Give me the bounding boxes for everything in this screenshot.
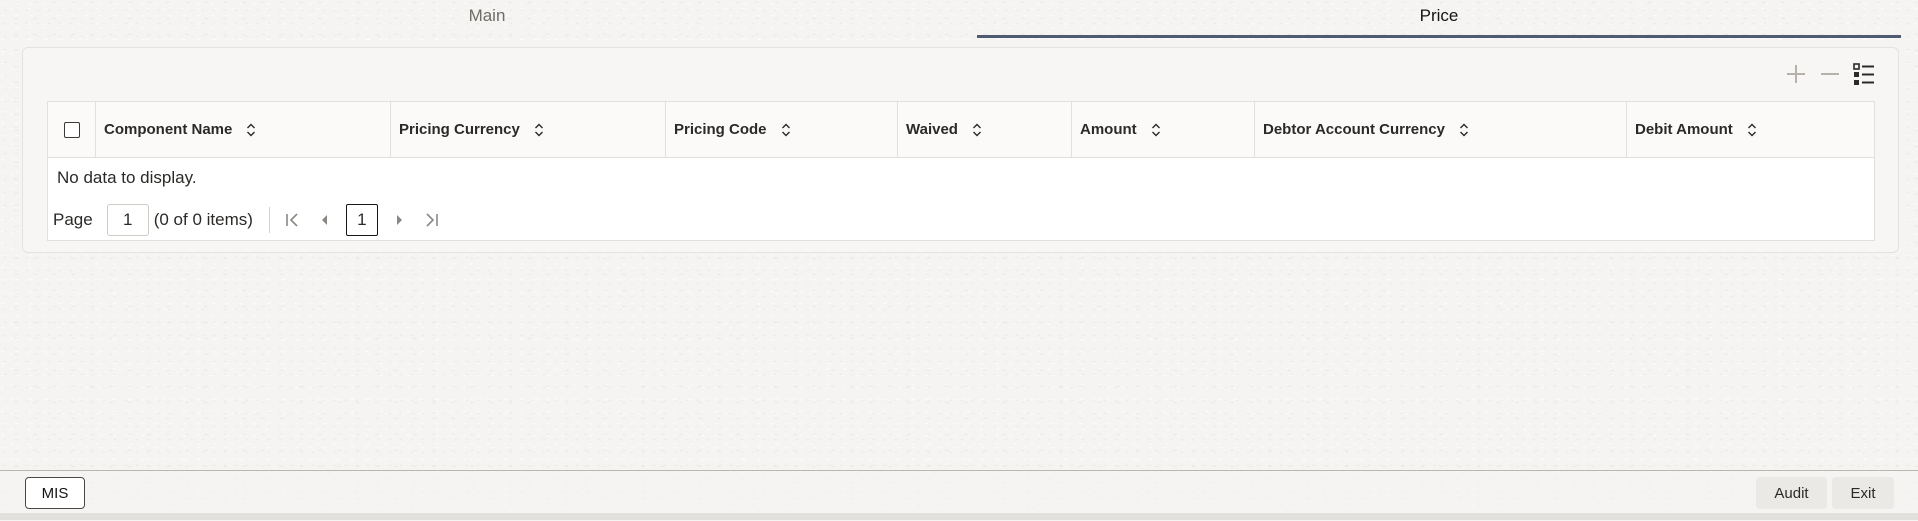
pager-divider: [268, 207, 270, 233]
audit-button[interactable]: Audit: [1756, 477, 1827, 509]
column-label: Amount: [1080, 121, 1137, 138]
column-header-waived[interactable]: Waived: [898, 102, 1072, 157]
sort-icon[interactable]: [1151, 123, 1161, 137]
table-header: Component Name Pricing Currency Pricing …: [48, 102, 1874, 158]
item-count: (0 of 0 items): [153, 210, 253, 229]
previous-page-icon[interactable]: [314, 206, 336, 234]
sort-icon[interactable]: [781, 123, 791, 137]
exit-button[interactable]: Exit: [1832, 477, 1894, 509]
price-panel: Component Name Pricing Currency Pricing …: [22, 47, 1899, 253]
sort-icon[interactable]: [1459, 123, 1469, 137]
column-label: Pricing Currency: [399, 121, 520, 138]
current-page-button[interactable]: 1: [345, 204, 378, 236]
column-list-icon[interactable]: [1852, 62, 1876, 86]
column-header-debtor-account-currency[interactable]: Debtor Account Currency: [1255, 102, 1627, 157]
pagination: Page (0 of 0 items) 1: [53, 203, 452, 237]
last-page-icon[interactable]: [420, 206, 442, 234]
tab-main[interactable]: Main: [22, 0, 952, 38]
column-label: Pricing Code: [674, 121, 767, 138]
mis-button[interactable]: MIS: [25, 477, 85, 509]
select-all-checkbox[interactable]: [63, 121, 80, 138]
window-bottom-edge: [0, 513, 1918, 520]
sort-icon[interactable]: [1747, 123, 1757, 137]
sort-icon[interactable]: [972, 123, 982, 137]
column-label: Debit Amount: [1635, 121, 1733, 138]
column-label: Debtor Account Currency: [1263, 121, 1445, 138]
column-header-component-name[interactable]: Component Name: [96, 102, 391, 157]
sort-icon[interactable]: [246, 123, 256, 137]
column-header-pricing-code[interactable]: Pricing Code: [666, 102, 898, 157]
select-all-cell: [48, 102, 96, 157]
pricing-table: Component Name Pricing Currency Pricing …: [47, 101, 1875, 241]
page-label: Page: [53, 210, 93, 229]
grid-toolbar: [1784, 62, 1876, 86]
column-label: Component Name: [104, 121, 233, 138]
sort-icon[interactable]: [534, 123, 544, 137]
column-header-debit-amount[interactable]: Debit Amount: [1627, 102, 1874, 157]
column-header-amount[interactable]: Amount: [1072, 102, 1255, 157]
column-header-pricing-currency[interactable]: Pricing Currency: [391, 102, 666, 157]
remove-icon[interactable]: [1818, 62, 1842, 86]
page-number-input[interactable]: [106, 204, 149, 236]
empty-message: No data to display.: [57, 168, 197, 187]
first-page-icon[interactable]: [282, 206, 304, 234]
column-label: Waived: [906, 121, 958, 138]
tab-price[interactable]: Price: [977, 0, 1901, 38]
add-icon[interactable]: [1784, 62, 1808, 86]
tab-bar: Main Price: [0, 0, 1918, 40]
next-page-icon[interactable]: [388, 206, 410, 234]
